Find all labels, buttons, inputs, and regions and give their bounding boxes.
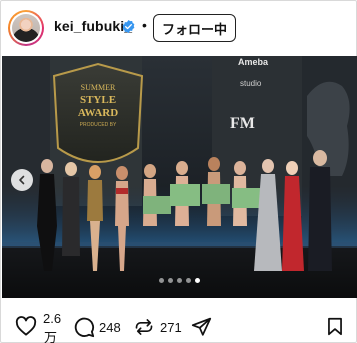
bookmark-icon[interactable]: [327, 317, 343, 336]
carousel-dot-active: [195, 278, 200, 283]
avatar-photo: [12, 14, 40, 42]
chevron-left-icon: [19, 175, 25, 185]
repost-icon[interactable]: [134, 316, 154, 338]
like-count-unit: 万: [44, 330, 58, 343]
award-text-3: AWARD: [78, 107, 118, 119]
separator-dot: •: [142, 17, 147, 33]
comment-count: 248: [99, 320, 121, 335]
previous-image-button[interactable]: [11, 169, 33, 191]
share-icon[interactable]: [191, 316, 212, 337]
carousel-dot: [177, 278, 182, 283]
carousel-dot: [159, 278, 164, 283]
action-bar: 2.6 万 248 271: [1, 299, 357, 343]
award-text-4: PRODUCED BY: [80, 122, 117, 128]
heart-icon[interactable]: [15, 316, 37, 336]
following-button[interactable]: フォロー中: [153, 14, 236, 42]
avatar[interactable]: [8, 10, 44, 46]
verified-badge-icon: [122, 19, 135, 34]
award-text-1: SUMMER: [81, 83, 116, 92]
sponsor-text-3: FM: [230, 115, 255, 132]
sponsor-text-1: Ameba: [238, 57, 269, 67]
post-card: kei_fubuki_ • フォロー中 SUMMER STYLE AWARD P…: [0, 0, 357, 343]
comment-icon[interactable]: [73, 316, 95, 338]
carousel-dot: [186, 278, 191, 283]
sponsor-text-2: studio: [240, 79, 262, 88]
stage-scene: SUMMER STYLE AWARD PRODUCED BY Ameba stu…: [2, 56, 357, 298]
repost-count: 271: [160, 320, 182, 335]
post-header: kei_fubuki_ • フォロー中: [1, 1, 356, 56]
post-photo[interactable]: SUMMER STYLE AWARD PRODUCED BY Ameba stu…: [2, 56, 357, 298]
award-text-2: STYLE: [80, 94, 116, 106]
like-count: 2.6: [43, 311, 62, 326]
carousel-dot: [168, 278, 173, 283]
carousel-indicator: [1, 278, 357, 286]
